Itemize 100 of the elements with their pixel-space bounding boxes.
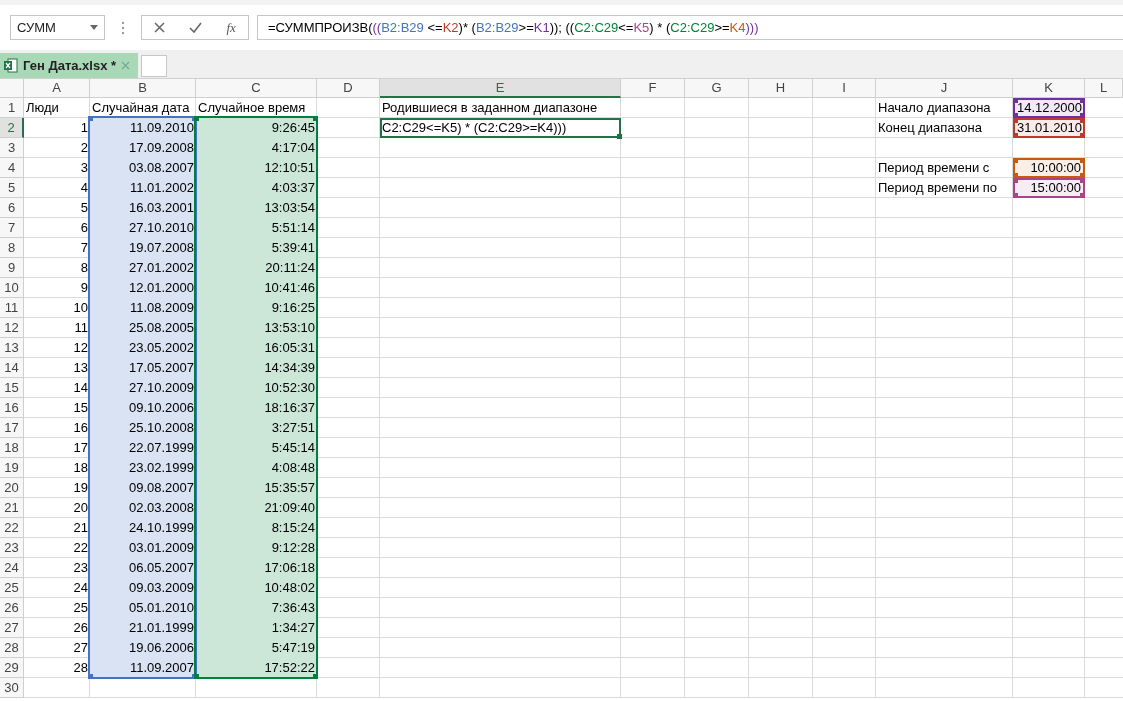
table-cell-text: 7 bbox=[79, 239, 89, 257]
column-header[interactable]: E bbox=[380, 79, 621, 98]
table-cell: 13:53:10 bbox=[196, 318, 317, 338]
column-header[interactable]: K bbox=[1013, 79, 1085, 98]
table-cell: 17:06:18 bbox=[196, 558, 317, 578]
column-header[interactable]: F bbox=[621, 79, 685, 98]
row-header[interactable]: 1 bbox=[0, 98, 24, 118]
table-cell: 5:47:19 bbox=[196, 638, 317, 658]
table-cell-text: 16 bbox=[72, 419, 89, 437]
row-header[interactable]: 29 bbox=[0, 658, 24, 678]
table-cell: 31.01.2010 bbox=[1013, 118, 1085, 138]
row-header[interactable]: 18 bbox=[0, 438, 24, 458]
cancel-button[interactable] bbox=[154, 22, 166, 33]
table-cell: 11.09.2010 bbox=[90, 118, 196, 138]
insert-function-button[interactable]: fx bbox=[226, 19, 236, 36]
table-cell: 4:03:37 bbox=[196, 178, 317, 198]
row-header[interactable]: 15 bbox=[0, 378, 24, 398]
row-header[interactable]: 10 bbox=[0, 278, 24, 298]
table-cell-text: Люди bbox=[25, 99, 60, 117]
table-cell-text: Конец диапазона bbox=[877, 119, 983, 137]
column-header[interactable]: B bbox=[90, 79, 196, 98]
table-cell-text: 18 bbox=[72, 459, 89, 477]
table-cell-text: 21 bbox=[72, 519, 89, 537]
table-cell: 09.10.2006 bbox=[90, 398, 196, 418]
table-cell: 19.07.2008 bbox=[90, 238, 196, 258]
table-cell-text: 24 bbox=[72, 579, 89, 597]
row-header[interactable]: 17 bbox=[0, 418, 24, 438]
table-cell: 5:51:14 bbox=[196, 218, 317, 238]
table-cell: 10:48:02 bbox=[196, 578, 317, 598]
table-cell-text: 25 bbox=[72, 599, 89, 617]
column-header[interactable]: G bbox=[685, 79, 749, 98]
table-cell-text: Период времени с bbox=[877, 159, 991, 177]
column-header[interactable]: I bbox=[813, 79, 876, 98]
table-cell: 15:00:00 bbox=[1013, 178, 1085, 198]
row-header[interactable]: 3 bbox=[0, 138, 24, 158]
row-header[interactable]: 7 bbox=[0, 218, 24, 238]
caret-icon bbox=[90, 25, 98, 30]
table-cell-text: Случайная дата bbox=[91, 99, 191, 117]
table-cell: 1:34:27 bbox=[196, 618, 317, 638]
column-header[interactable]: A bbox=[24, 79, 90, 98]
table-cell-text: 9 bbox=[79, 279, 89, 297]
row-header[interactable]: 21 bbox=[0, 498, 24, 518]
row-header[interactable]: 19 bbox=[0, 458, 24, 478]
table-cell: 06.05.2007 bbox=[90, 558, 196, 578]
row-header[interactable]: 2 bbox=[0, 118, 24, 138]
table-cell: 21:09:40 bbox=[196, 498, 317, 518]
row-header[interactable]: 20 bbox=[0, 478, 24, 498]
name-box[interactable]: СУММ bbox=[10, 15, 105, 40]
table-cell-text: 23 bbox=[72, 559, 89, 577]
column-header[interactable]: C bbox=[196, 79, 317, 98]
table-cell: 10:52:30 bbox=[196, 378, 317, 398]
row-header[interactable]: 14 bbox=[0, 358, 24, 378]
row-header[interactable]: 8 bbox=[0, 238, 24, 258]
row-header[interactable]: 24 bbox=[0, 558, 24, 578]
column-header[interactable]: L bbox=[1085, 79, 1123, 98]
close-icon[interactable] bbox=[121, 61, 131, 70]
row-header[interactable]: 22 bbox=[0, 518, 24, 538]
table-cell: 17.05.2007 bbox=[90, 358, 196, 378]
row-header[interactable]: 25 bbox=[0, 578, 24, 598]
new-sheet-button[interactable] bbox=[141, 55, 168, 77]
table-cell: 4:08:48 bbox=[196, 458, 317, 478]
row-header[interactable]: 6 bbox=[0, 198, 24, 218]
table-cell: 13:03:54 bbox=[196, 198, 317, 218]
table-cell-text: 5 bbox=[79, 199, 89, 217]
column-header[interactable]: J bbox=[876, 79, 1013, 98]
table-cell: 8:15:24 bbox=[196, 518, 317, 538]
enter-button[interactable] bbox=[189, 22, 203, 33]
row-header[interactable]: 9 bbox=[0, 258, 24, 278]
table-cell-text: 27 bbox=[72, 639, 89, 657]
row-header[interactable]: 4 bbox=[0, 158, 24, 178]
row-header[interactable]: 13 bbox=[0, 338, 24, 358]
table-cell-text: 8 bbox=[79, 259, 89, 277]
table-cell: 09.03.2009 bbox=[90, 578, 196, 598]
table-cell-text: 14 bbox=[72, 379, 89, 397]
table-cell: 7:36:43 bbox=[196, 598, 317, 618]
column-header[interactable]: D bbox=[317, 79, 380, 98]
row-header[interactable]: 28 bbox=[0, 638, 24, 658]
table-cell-text: Случайное время bbox=[197, 99, 307, 117]
row-header[interactable]: 26 bbox=[0, 598, 24, 618]
row-header[interactable]: 27 bbox=[0, 618, 24, 638]
select-all-corner[interactable] bbox=[0, 79, 24, 98]
table-cell-text: 20 bbox=[72, 499, 89, 517]
table-cell-text: 13 bbox=[72, 359, 89, 377]
table-cell: 5:39:41 bbox=[196, 238, 317, 258]
table-cell: 03.01.2009 bbox=[90, 538, 196, 558]
sheet-tab[interactable]: Ген Дата.xlsx * bbox=[0, 53, 139, 78]
table-cell: 14:34:39 bbox=[196, 358, 317, 378]
column-header[interactable]: H bbox=[749, 79, 813, 98]
row-header[interactable]: 16 bbox=[0, 398, 24, 418]
table-cell-text: Период времени по bbox=[877, 179, 999, 197]
formula-field[interactable]: =СУММПРОИЗВ(((B2:B29 <=K2)* (B2:B29>=K1)); ((C2:C29<=K5) * (C2:C29>=K4))) bbox=[257, 15, 1123, 40]
row-header[interactable]: 30 bbox=[0, 678, 24, 698]
table-cell: 19.06.2006 bbox=[90, 638, 196, 658]
row-header[interactable]: 5 bbox=[0, 178, 24, 198]
row-header[interactable]: 12 bbox=[0, 318, 24, 338]
table-cell: 12:10:51 bbox=[196, 158, 317, 178]
table-cell: 9:16:25 bbox=[196, 298, 317, 318]
table-cell-text: 1 bbox=[79, 119, 89, 137]
row-header[interactable]: 11 bbox=[0, 298, 24, 318]
row-header[interactable]: 23 bbox=[0, 538, 24, 558]
